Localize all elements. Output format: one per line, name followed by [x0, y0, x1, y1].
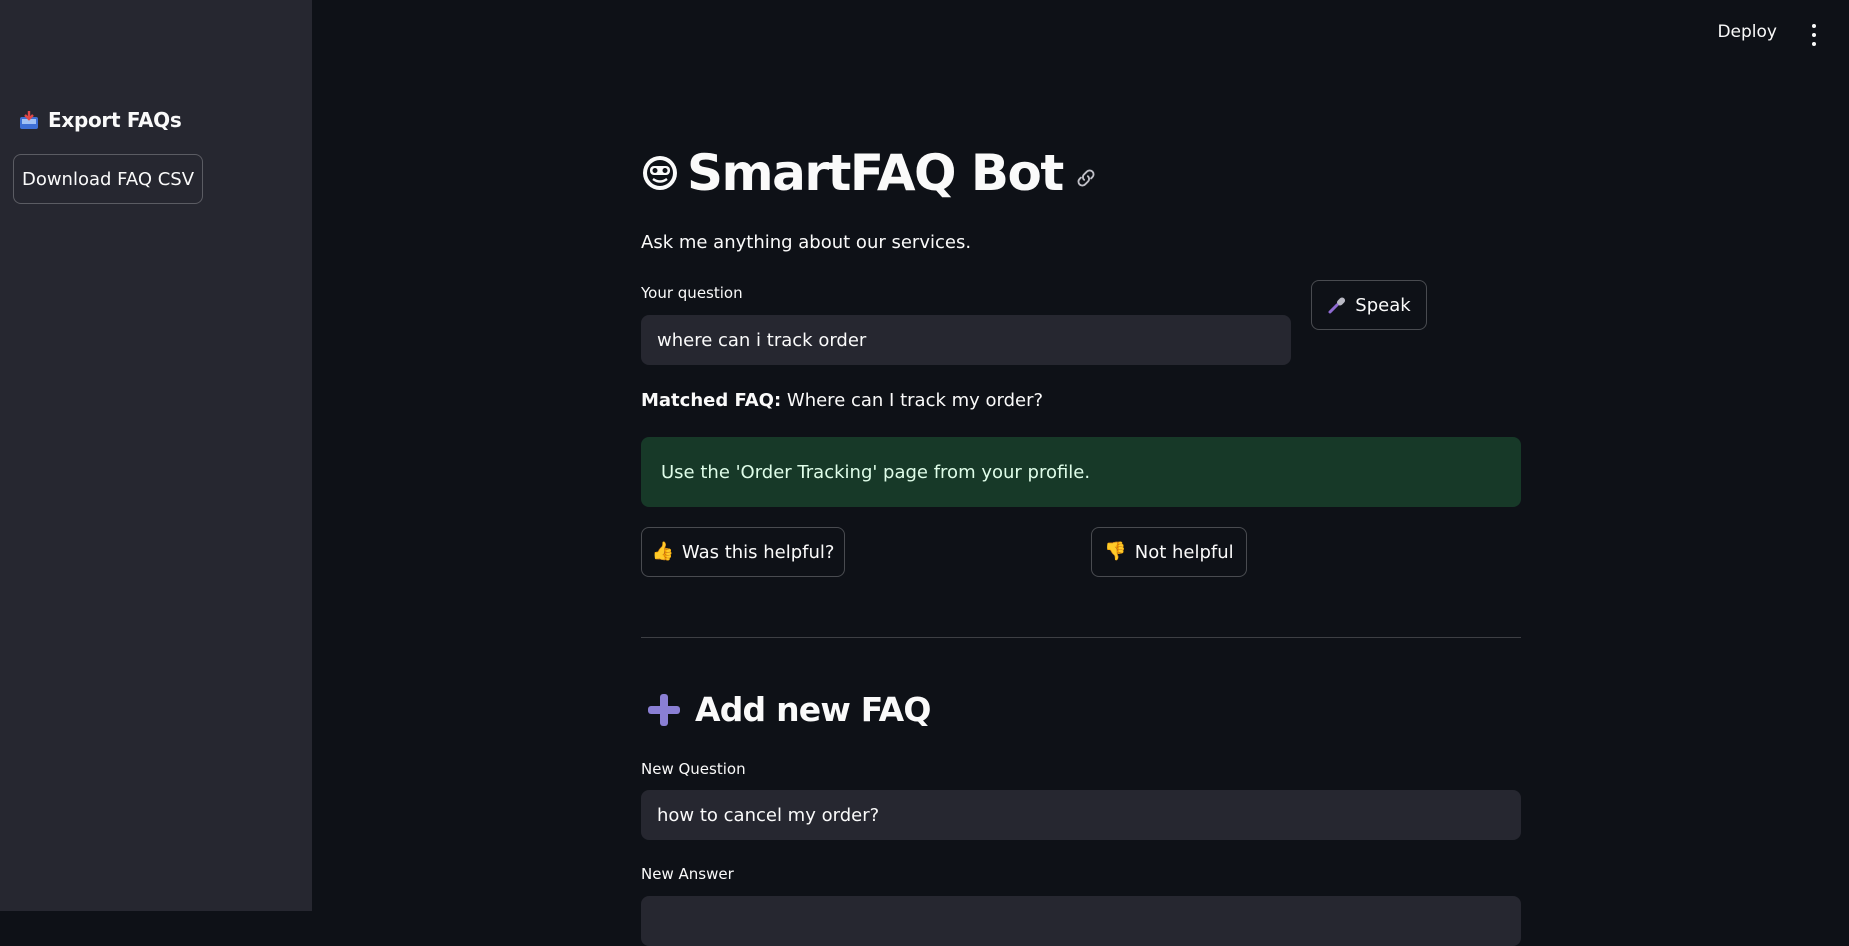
- new-question-input[interactable]: how to cancel my order?: [641, 790, 1521, 840]
- helpful-button[interactable]: 👍 Was this helpful?: [641, 527, 845, 577]
- robot-face-icon: [643, 156, 677, 190]
- question-input-value: where can i track order: [657, 329, 867, 351]
- add-faq-heading-text: Add new FAQ: [695, 690, 931, 729]
- question-input[interactable]: where can i track order: [641, 315, 1291, 365]
- helpful-button-label: Was this helpful?: [681, 541, 835, 563]
- divider: [641, 637, 1521, 638]
- matched-faq: Matched FAQ: Where can I track my order?: [641, 390, 1043, 411]
- thumbs-up-icon: 👍: [651, 541, 674, 562]
- answer-text: Use the 'Order Tracking' page from your …: [661, 461, 1091, 483]
- matched-faq-prefix: Matched FAQ:: [641, 390, 782, 411]
- page-subtitle: Ask me anything about our services.: [641, 232, 972, 253]
- new-answer-label: New Answer: [641, 865, 734, 883]
- deploy-button[interactable]: Deploy: [1717, 22, 1777, 42]
- thumbs-down-icon: 👎: [1104, 541, 1127, 562]
- speak-button-label: Speak: [1355, 294, 1411, 316]
- speak-button[interactable]: Speak: [1311, 280, 1427, 330]
- question-label: Your question: [641, 284, 743, 302]
- main-menu-icon[interactable]: [1809, 24, 1819, 46]
- download-faq-csv-button[interactable]: Download FAQ CSV: [13, 154, 203, 204]
- sidebar-header-label: Export FAQs: [48, 108, 182, 132]
- answer-success-box: Use the 'Order Tracking' page from your …: [641, 437, 1521, 507]
- not-helpful-button-label: Not helpful: [1134, 541, 1234, 563]
- microphone-icon: [1328, 297, 1346, 314]
- page-title-text: SmartFAQ Bot: [687, 144, 1064, 202]
- new-answer-input[interactable]: [641, 896, 1521, 946]
- page-title: SmartFAQ Bot: [641, 144, 1097, 202]
- sidebar-header: Export FAQs: [18, 108, 182, 132]
- matched-faq-value: Where can I track my order?: [786, 390, 1044, 411]
- sidebar: Export FAQs Download FAQ CSV: [0, 0, 312, 911]
- add-faq-heading: Add new FAQ: [645, 690, 931, 729]
- plus-icon: [648, 693, 680, 726]
- new-question-label: New Question: [641, 760, 746, 778]
- new-question-input-value: how to cancel my order?: [657, 804, 880, 826]
- anchor-link-icon[interactable]: [1075, 167, 1097, 189]
- not-helpful-button[interactable]: 👎 Not helpful: [1091, 527, 1247, 577]
- inbox-tray-icon: [20, 111, 38, 129]
